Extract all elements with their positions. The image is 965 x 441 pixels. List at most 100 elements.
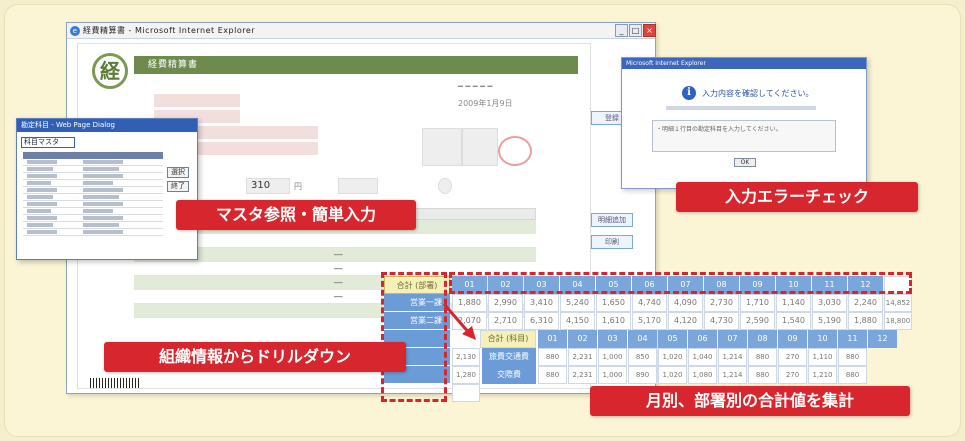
sub-cell: 880	[838, 348, 867, 366]
sub-corner-label: 合計 (科目)	[480, 330, 536, 348]
summary-cell: 5,240	[560, 294, 595, 312]
sub-cell: 880	[538, 348, 567, 366]
drilldown-highlight	[381, 272, 447, 402]
sub-cell: 880	[748, 366, 777, 384]
close-button[interactable]: ×	[643, 24, 656, 37]
sub-row-label[interactable]: 旅費交通費	[482, 348, 536, 366]
sub-cell: 270	[778, 366, 807, 384]
meta-label-1: ━ ━ ━ ━ ━	[458, 82, 493, 91]
list-item[interactable]	[23, 229, 163, 236]
dialog-subtext	[666, 106, 816, 110]
field-applicant[interactable]	[154, 94, 240, 107]
sub-cell: 1,214	[718, 366, 747, 384]
list-item[interactable]	[23, 194, 163, 201]
sub-cell: 1,000	[598, 348, 627, 366]
sub-month-header: 07	[718, 330, 747, 348]
summary-cell: 4,150	[560, 312, 595, 330]
list-item[interactable]	[23, 222, 163, 229]
print-button[interactable]: 印刷	[591, 235, 633, 249]
summary-cell: 3,030	[812, 294, 847, 312]
callout-drilldown: 組織情報からドリルダウン	[104, 342, 406, 372]
sub-cell: 890	[628, 366, 657, 384]
sub-left-value: 1,280	[452, 366, 480, 384]
summary-cell: 5,190	[812, 312, 847, 330]
summary-cell: 1,650	[596, 294, 631, 312]
summary-cell: 2,990	[488, 294, 523, 312]
minimize-button[interactable]: _	[615, 24, 628, 37]
sub-cell: 1,210	[808, 366, 837, 384]
radio-option[interactable]	[438, 178, 452, 194]
sub-month-header: 03	[598, 330, 627, 348]
ok-button[interactable]: OK	[734, 158, 756, 167]
list-item[interactable]	[23, 180, 163, 187]
sub-month-header: 02	[568, 330, 597, 348]
dialog-titlebar: Microsoft Internet Explorer	[622, 58, 866, 69]
info-icon: i	[682, 86, 696, 100]
field-project[interactable]	[198, 126, 318, 139]
sub-month-header: 08	[748, 330, 777, 348]
popup-titlebar: 勘定科目 - Web Page Dialog	[17, 119, 197, 132]
sub-cell: 2,231	[568, 366, 597, 384]
field-note[interactable]	[198, 142, 318, 155]
dialog-message: 入力内容を確認してください。	[702, 89, 814, 98]
exit-button[interactable]: 終了	[167, 181, 189, 192]
select-button[interactable]: 選択	[167, 167, 189, 178]
summary-cell: 2,590	[740, 312, 775, 330]
summary-cell: 1,540	[776, 312, 811, 330]
sub-cell: 1,110	[808, 348, 837, 366]
list-item[interactable]	[23, 159, 163, 166]
summary-cell: 4,090	[668, 294, 703, 312]
summary-cell: 5,170	[632, 312, 667, 330]
row-cell: ━━	[334, 279, 343, 287]
dialog-detail-box: ・明細１行目の勘定科目を入力してください。	[652, 120, 836, 152]
sub-month-header: 01	[538, 330, 567, 348]
add-line-button[interactable]: 明細追加	[591, 213, 633, 227]
sub-cell: 1,000	[598, 366, 627, 384]
summary-cell: 4,120	[668, 312, 703, 330]
sub-row-label[interactable]: 交際費	[482, 366, 536, 384]
list-item[interactable]	[23, 208, 163, 215]
sub-cell: 1,214	[718, 348, 747, 366]
popup-list-title: 科目マスタ	[21, 137, 75, 148]
amount-field[interactable]: 310	[246, 178, 290, 194]
list-item[interactable]	[23, 201, 163, 208]
company-logo: 経	[92, 53, 128, 89]
sub-cell: 1,080	[688, 366, 717, 384]
callout-error-check: 入力エラーチェック	[676, 182, 918, 212]
summary-cell: 2,730	[704, 294, 739, 312]
popup-list-header	[23, 152, 163, 159]
window-titlebar: e 経費精算書 - Microsoft Internet Explorer	[67, 23, 655, 39]
month-header-highlight	[449, 272, 912, 294]
sub-left-value: 2,130	[452, 348, 480, 366]
sub-month-header: 12	[868, 330, 897, 348]
count-field[interactable]	[338, 178, 378, 194]
sub-cell: 880	[748, 348, 777, 366]
summary-cell: 2,240	[848, 294, 883, 312]
sub-month-header: 04	[628, 330, 657, 348]
list-item[interactable]	[23, 166, 163, 173]
summary-cell: 1,710	[740, 294, 775, 312]
maximize-button[interactable]: □	[629, 24, 642, 37]
approval-box-1	[422, 128, 462, 166]
sub-cell: 270	[778, 348, 807, 366]
row-cell: ━━	[334, 293, 343, 301]
list-item[interactable]	[23, 215, 163, 222]
approval-stamp	[498, 136, 532, 166]
sub-month-header: 09	[778, 330, 807, 348]
summary-cell: 6,310	[524, 312, 559, 330]
list-item[interactable]	[23, 187, 163, 194]
barcode-graphic	[90, 378, 140, 388]
sub-cell: 2,231	[568, 348, 597, 366]
sub-month-header: 05	[658, 330, 687, 348]
sub-cell: 1,040	[688, 348, 717, 366]
summary-cell: 3,410	[524, 294, 559, 312]
row-cell: ━━	[334, 251, 343, 259]
window-title: 経費精算書 - Microsoft Internet Explorer	[83, 26, 256, 35]
summary-total-cell: 14,852	[884, 294, 912, 312]
sub-month-header: 11	[838, 330, 867, 348]
summary-cell: 4,740	[632, 294, 667, 312]
drilldown-arrow	[442, 303, 476, 340]
list-item[interactable]	[23, 173, 163, 180]
date-field: 2009年1月9日	[458, 99, 513, 108]
sub-cell: 880	[838, 366, 867, 384]
